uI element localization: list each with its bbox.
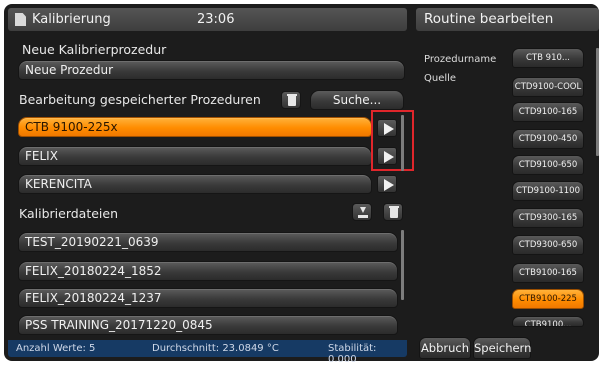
- download-icon: [358, 207, 368, 218]
- cancel-button-label: Abbruch: [420, 341, 470, 355]
- save-button-label: Speichern: [474, 341, 532, 355]
- routine-slot[interactable]: CTD9300-650: [512, 235, 584, 255]
- procedure-item-label: KERENCITA: [25, 177, 92, 191]
- delete-procedure-button[interactable]: [281, 91, 301, 109]
- delete-file-button[interactable]: [383, 203, 403, 221]
- search-button[interactable]: Suche...: [310, 90, 404, 110]
- file-item-label: FELIX_20180224_1852: [25, 264, 162, 278]
- stability-value: Stabilität: 0.000: [328, 343, 377, 365]
- clock: 23:06: [197, 12, 235, 27]
- search-button-label: Suche...: [332, 93, 382, 107]
- save-button[interactable]: Speichern: [473, 337, 531, 359]
- routine-slot[interactable]: CTD9100-450: [512, 129, 584, 149]
- trash-icon: [287, 94, 297, 106]
- page-title: Kalibrierung: [32, 12, 111, 27]
- highlight-box: [371, 110, 414, 171]
- procedure-name-label: Prozedurname: [424, 54, 497, 65]
- routine-slot[interactable]: CTD9100-165: [512, 102, 584, 122]
- routine-slot[interactable]: CTB9100...: [512, 316, 584, 327]
- play-icon[interactable]: [377, 175, 397, 193]
- source-label: Quelle: [424, 73, 457, 84]
- file-item-label: FELIX_20180224_1237: [25, 291, 162, 305]
- header-bar: Kalibrierung 23:06: [8, 8, 407, 31]
- procedure-list-scrollbar[interactable]: [401, 115, 404, 171]
- status-bar: Anzahl Werte: 5 Durchschnitt: 23.0849 °C…: [8, 340, 407, 365]
- download-button[interactable]: [352, 203, 372, 221]
- new-procedure-button-label: Neue Prozedur: [25, 63, 114, 77]
- procedure-item-label: FELIX: [25, 149, 58, 163]
- saved-procedures-label: Bearbeitung gespeicherter Prozeduren: [19, 92, 261, 107]
- document-icon: [15, 13, 26, 26]
- procedure-item[interactable]: CTB 9100-225x: [18, 117, 372, 137]
- routine-scrollbar[interactable]: [596, 48, 599, 156]
- file-list-scrollbar[interactable]: [401, 230, 404, 300]
- routine-slot[interactable]: CTB 910...: [512, 48, 584, 68]
- file-item[interactable]: FELIX_20180224_1852: [18, 261, 398, 281]
- average-value: Durchschnitt: 23.0849 °C: [152, 343, 279, 354]
- routine-title: Routine bearbeiten: [416, 8, 599, 31]
- routine-slot[interactable]: CTD9100-650: [512, 155, 584, 175]
- procedure-item-label: CTB 9100-225x: [25, 120, 118, 134]
- routine-slot[interactable]: CTB9100-165: [512, 263, 584, 283]
- cancel-button[interactable]: Abbruch: [419, 337, 471, 359]
- new-procedure-button[interactable]: Neue Prozedur: [18, 60, 405, 80]
- file-item[interactable]: FELIX_20180224_1237: [18, 288, 398, 308]
- routine-slot[interactable]: CTD9100-COOL: [512, 77, 584, 97]
- trash-icon: [389, 206, 399, 218]
- calibration-files-label: Kalibrierdateien: [19, 206, 119, 221]
- file-item-label: PSS TRAINING_20171220_0845: [25, 318, 213, 332]
- routine-slot[interactable]: CTD9300-165: [512, 208, 584, 228]
- file-item[interactable]: PSS TRAINING_20171220_0845: [18, 315, 398, 335]
- new-procedure-label: Neue Kalibrierprozedur: [22, 42, 167, 57]
- file-item[interactable]: TEST_20190221_0639: [18, 232, 398, 252]
- routine-slot-selected[interactable]: CTB9100-225: [512, 289, 584, 309]
- file-item-label: TEST_20190221_0639: [25, 235, 159, 249]
- procedure-item[interactable]: KERENCITA: [18, 174, 372, 194]
- procedure-item[interactable]: FELIX: [18, 146, 372, 166]
- routine-slot[interactable]: CTD9100-1100: [512, 181, 584, 201]
- value-count: Anzahl Werte: 5: [16, 343, 96, 354]
